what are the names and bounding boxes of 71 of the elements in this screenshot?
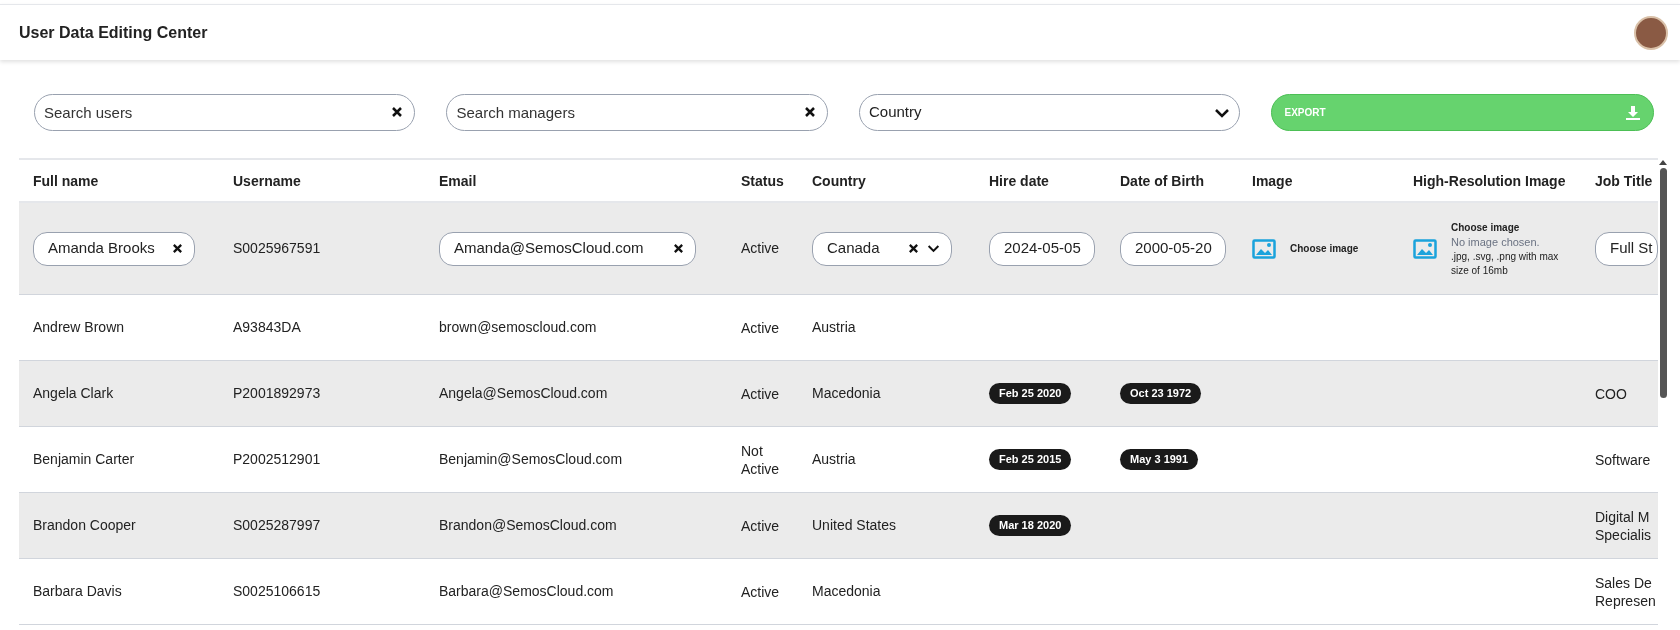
table-cell-text: Macedonia	[812, 384, 881, 403]
country-select[interactable]: Canada	[812, 231, 952, 266]
choose-image-button[interactable]: Choose image	[1451, 219, 1520, 235]
column-header: Hire date	[989, 172, 1049, 189]
table-cell-text: Brandon Cooper	[33, 516, 136, 535]
clear-icon[interactable]	[673, 243, 684, 254]
table-cell-text: Austria	[812, 318, 856, 337]
download-icon	[1625, 104, 1641, 121]
table-cell-text: Andrew Brown	[33, 318, 125, 337]
table-cell-text: Benjamin@SemosCloud.com	[439, 450, 623, 469]
file-hint-text: .jpg, .svg, .png with max size of 16mb	[1451, 249, 1560, 278]
table-cell-text: Barbara Davis	[33, 582, 122, 601]
table-cell-text: S0025967591	[233, 239, 321, 258]
table-cell-text: S0025287997	[233, 516, 321, 535]
table-cell-text: Barbara@SemosCloud.com	[439, 582, 614, 601]
table-cell: Software	[1595, 450, 1651, 469]
table-cell: Active	[741, 384, 780, 403]
table-cell-text: Angela@SemosCloud.com	[439, 384, 608, 403]
table-cell-text: Angela Clark	[33, 384, 114, 403]
email-input[interactable]: Amanda@SemosCloud.com	[439, 231, 696, 266]
column-header: Email	[439, 172, 477, 189]
table-cell-text: P2002512901	[233, 450, 321, 469]
table-cell-text: United States	[812, 516, 897, 535]
file-status-text: No image chosen.	[1451, 234, 1540, 250]
image-icon	[1413, 238, 1437, 259]
table-cell-text: Austria	[812, 450, 856, 469]
table-cell: Active	[741, 582, 780, 601]
column-header: Job Title	[1595, 172, 1653, 189]
table-cell-text: A93843DA	[233, 318, 301, 337]
table-cell-text: Macedonia	[812, 582, 881, 601]
search-managers-field[interactable]: Search managers	[446, 94, 828, 131]
clear-icon[interactable]	[172, 243, 183, 254]
date-badge: Oct 23 1972	[1120, 383, 1202, 404]
table-cell-text: S0025106615	[233, 582, 321, 601]
clear-icon[interactable]	[908, 243, 919, 254]
choose-image-button[interactable]: Choose image	[1290, 241, 1359, 256]
table-cell-text: Brandon@SemosCloud.com	[439, 516, 617, 535]
table-cell: Active	[741, 318, 780, 337]
column-header: Image	[1252, 172, 1293, 189]
search-users-field[interactable]: Search users	[34, 94, 416, 131]
table-cell: COO	[1595, 384, 1627, 403]
chevron-down-icon	[1214, 107, 1231, 118]
column-header: High-Resolution Image	[1413, 172, 1566, 189]
table-cell-text: brown@semoscloud.com	[439, 318, 597, 337]
scroll-up-arrow-icon[interactable]	[1659, 158, 1667, 166]
job-title-input[interactable]: Full St	[1595, 231, 1658, 266]
column-header: Status	[741, 172, 784, 189]
date-badge: Feb 25 2015	[989, 449, 1072, 470]
column-header: Country	[812, 172, 866, 189]
table-cell-text: Not Active	[741, 441, 781, 478]
column-header: Username	[233, 172, 301, 189]
image-icon	[1252, 238, 1276, 259]
column-header: Full name	[33, 172, 99, 189]
table-cell-text: Benjamin Carter	[33, 450, 135, 469]
chevron-down-icon	[927, 244, 940, 253]
clear-icon[interactable]	[803, 106, 816, 118]
column-header: Date of Birth	[1120, 172, 1204, 189]
page-title: User Data Editing Center	[19, 22, 208, 43]
table-cell-text: Digital M Specialis	[1595, 507, 1653, 544]
date-badge: May 3 1991	[1120, 449, 1199, 470]
table-cell: Active	[741, 516, 780, 535]
date-badge: Feb 25 2020	[989, 383, 1072, 404]
date-badge: Mar 18 2020	[989, 515, 1072, 536]
clear-icon[interactable]	[391, 106, 404, 118]
user-avatar[interactable]	[1634, 15, 1668, 50]
date-input[interactable]: 2000-05-20	[1120, 231, 1226, 266]
date-input[interactable]: 2024-05-05	[989, 231, 1095, 266]
name-input[interactable]: Amanda Brooks	[33, 231, 195, 266]
table-cell-text: Sales De Represen	[1595, 573, 1657, 610]
table-cell-text: P2001892973	[233, 384, 321, 403]
table-cell-text: Active	[741, 239, 780, 258]
